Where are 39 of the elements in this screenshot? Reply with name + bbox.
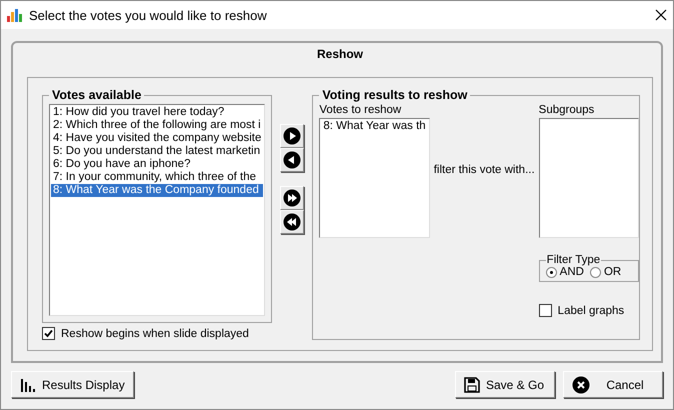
checkmark-icon — [44, 329, 53, 338]
list-item[interactable]: 8: What Year was the Company founded — [51, 184, 264, 197]
votes-to-reshow-list[interactable]: 8: What Year was th — [319, 118, 430, 238]
list-item[interactable]: 4: Have you visited the company website — [51, 132, 264, 145]
move-button[interactable] — [280, 210, 304, 234]
save-button[interactable]: Save & Go — [455, 371, 555, 398]
checkbox-label: Label graphs — [558, 304, 624, 316]
bar-chart-icon — [7, 8, 23, 22]
checkbox[interactable] — [538, 304, 552, 317]
radio-button[interactable] — [546, 266, 557, 278]
move-button[interactable] — [280, 124, 304, 148]
votes-list[interactable] — [49, 104, 266, 316]
bar-chart-icon — [20, 376, 36, 392]
close-icon — [572, 376, 590, 394]
group-title: Voting results to reshow — [321, 88, 468, 102]
chart-button[interactable]: Results Display — [11, 371, 134, 398]
panel-title: Reshow — [316, 47, 363, 61]
checkbox[interactable] — [42, 327, 55, 340]
checkbox-label: Reshow begins when slide displayed — [61, 328, 249, 340]
radio-label: OR — [604, 266, 622, 278]
window-title: Select the votes you would like to reshow — [29, 8, 268, 22]
list-item[interactable]: 7: In your community, which three of the — [51, 171, 264, 184]
close-icon[interactable] — [655, 9, 667, 21]
move-button[interactable] — [280, 186, 304, 210]
field-label: Votes to reshow — [319, 104, 402, 116]
field-label: Subgroups — [538, 104, 596, 116]
save-icon — [464, 376, 480, 392]
move-button[interactable] — [280, 148, 304, 172]
radio-button[interactable] — [590, 266, 601, 278]
list-item[interactable]: 6: Do you have an iphone? — [51, 158, 264, 171]
group-title: Votes available — [51, 88, 142, 102]
list-item[interactable]: 8: What Year was th — [321, 120, 428, 133]
cancel-button[interactable]: Cancel — [563, 371, 663, 398]
radio-label: AND — [560, 266, 584, 278]
list-item[interactable]: 5: Do you understand the latest marketin — [51, 145, 264, 158]
group-title: Filter Type — [546, 254, 602, 266]
list-item[interactable]: 1: How did you travel here today? — [51, 106, 264, 119]
list-item[interactable]: 2: Which three of the following are most i — [51, 119, 264, 132]
filter-hint: filter this vote with... — [434, 164, 535, 176]
